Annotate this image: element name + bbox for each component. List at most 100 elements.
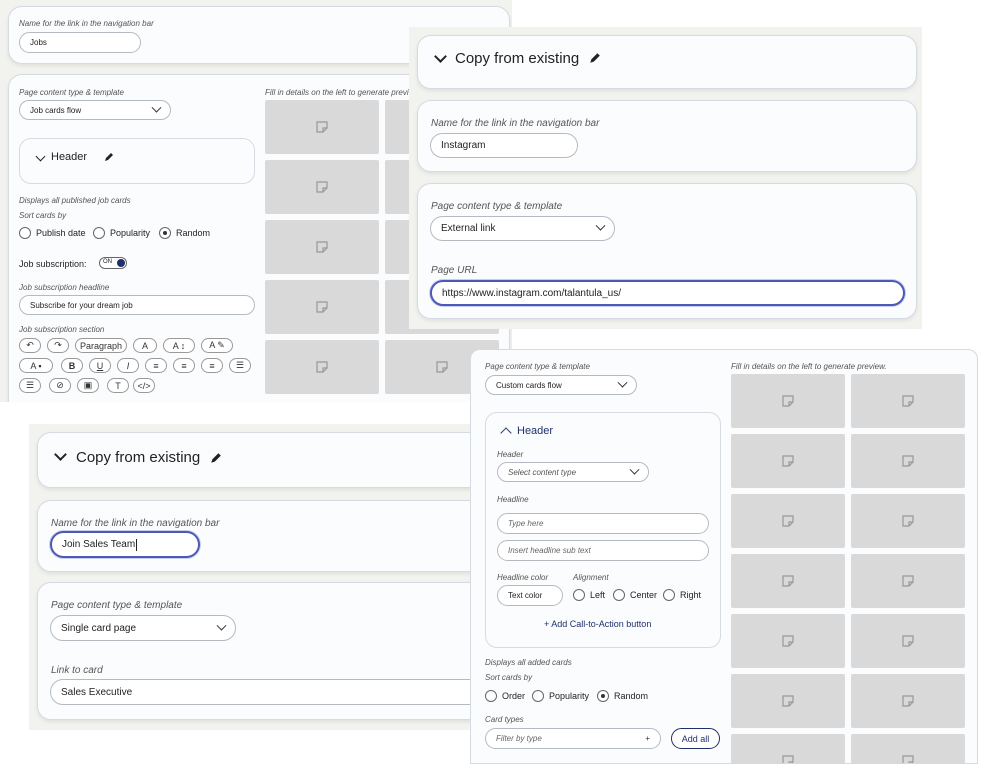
copy-title: Copy from existing	[76, 449, 201, 466]
image-placeholder-icon	[902, 515, 914, 527]
headline-input[interactable]: Type here	[497, 513, 709, 534]
chevron-down-icon	[151, 102, 162, 113]
copy-title: Copy from existing	[455, 50, 580, 67]
sort-random[interactable]: Random	[159, 227, 210, 239]
nav-name-input[interactable]: Join Sales Team	[50, 531, 200, 558]
link-icon[interactable]: ⊘	[49, 378, 71, 393]
preview-tile	[731, 674, 845, 728]
sort-order[interactable]: Order	[485, 690, 525, 702]
align-center-icon[interactable]: ≡	[173, 358, 195, 373]
headline-input[interactable]: Subscribe for your dream job	[19, 295, 255, 315]
headline-color-label: Headline color	[497, 573, 549, 582]
content-type-select[interactable]: Custom cards flow	[485, 375, 637, 395]
image-icon[interactable]: ▣	[77, 378, 99, 393]
list-icon[interactable]: ☰	[19, 378, 41, 393]
content-type-label: Page content type & template	[19, 88, 124, 97]
undo-button[interactable]: ↶	[19, 338, 41, 353]
displays-text: Displays all added cards	[485, 658, 572, 667]
preview-hint: Fill in details on the left to generate …	[731, 362, 887, 371]
preview-tile	[731, 434, 845, 488]
add-all-button[interactable]: Add all	[671, 728, 720, 749]
sort-label: Sort cards by	[19, 211, 67, 220]
font-size-button[interactable]: A ↕	[163, 338, 195, 353]
paragraph-select[interactable]: Paragraph	[75, 338, 127, 353]
highlight-button[interactable]: A ✎	[201, 338, 233, 353]
align-center[interactable]: Center	[613, 589, 657, 601]
nav-name-input[interactable]: Instagram	[430, 133, 578, 158]
header-content-select[interactable]: Select content type	[497, 462, 649, 482]
preview-tile	[731, 374, 845, 428]
underline-icon[interactable]: U	[89, 358, 111, 373]
header-title: Header	[51, 151, 88, 163]
url-input[interactable]: https://www.instagram.com/talantula_us/	[430, 280, 905, 306]
add-cta-button[interactable]: + Add Call-to-Action button	[544, 619, 651, 629]
sort-label: Sort cards by	[485, 673, 533, 682]
chevron-down-icon	[617, 377, 628, 388]
link-label: Link to card	[51, 665, 103, 676]
preview-tile	[851, 434, 965, 488]
align-left[interactable]: Left	[573, 589, 605, 601]
text-color-button[interactable]: Text color	[497, 585, 563, 606]
content-type-select[interactable]: Job cards flow	[19, 100, 171, 120]
image-placeholder-icon	[902, 575, 914, 587]
bold-icon[interactable]: B	[61, 358, 83, 373]
preview-tile	[851, 614, 965, 668]
chevron-down-icon	[595, 220, 606, 231]
image-placeholder-icon	[316, 301, 328, 313]
nav-name-card: Name for the link in the navigation bar …	[37, 500, 479, 572]
redo-button[interactable]: ↷	[47, 338, 69, 353]
chevron-up-icon[interactable]	[500, 427, 512, 439]
sort-random[interactable]: Random	[597, 690, 648, 702]
pencil-icon[interactable]	[210, 452, 222, 464]
link-to-card-select[interactable]: Sales Executive	[50, 679, 479, 705]
filter-type-input[interactable]: Filter by type +	[485, 728, 661, 749]
pencil-icon[interactable]	[104, 152, 114, 162]
image-placeholder-icon	[782, 755, 794, 763]
content-card: Page content type & template Single card…	[37, 582, 479, 720]
align-right[interactable]: Right	[663, 589, 701, 601]
image-placeholder-icon	[902, 455, 914, 467]
image-placeholder-icon	[902, 395, 914, 407]
chevron-down-icon	[216, 620, 227, 631]
image-placeholder-icon	[782, 395, 794, 407]
header-section[interactable]: Header	[19, 138, 255, 184]
nav-name-label: Name for the link in the navigation bar	[51, 518, 220, 529]
headline-subtext-input[interactable]: Insert headline sub text	[497, 540, 709, 561]
chevron-down-icon[interactable]	[35, 151, 46, 162]
subscription-toggle[interactable]: ON	[99, 257, 127, 269]
ordered-list-icon[interactable]: ☰	[229, 358, 251, 373]
chevron-down-icon	[629, 464, 640, 475]
panel-single-card: Copy from existing Name for the link in …	[29, 424, 479, 730]
content-type-select[interactable]: Single card page	[50, 615, 236, 641]
displays-text: Displays all published job cards	[19, 196, 131, 205]
sort-popularity[interactable]: Popularity	[532, 690, 589, 702]
chevron-down-icon[interactable]	[54, 448, 67, 461]
sort-popularity[interactable]: Popularity	[93, 227, 150, 239]
content-type-label: Page content type & template	[51, 600, 183, 611]
nav-name-card: Name for the link in the navigation bar …	[417, 100, 917, 172]
align-right-icon[interactable]: ≡	[201, 358, 223, 373]
copy-from-existing-card[interactable]: Copy from existing	[417, 35, 917, 89]
nav-name-input[interactable]: Jobs	[19, 32, 141, 53]
image-placeholder-icon	[782, 575, 794, 587]
preview-tile	[851, 674, 965, 728]
image-placeholder-icon	[436, 361, 448, 373]
headline-label: Job subscription headline	[19, 283, 110, 292]
text-color-button[interactable]: A ▪	[19, 358, 53, 373]
panel-external-link: Copy from existing Name for the link in …	[409, 27, 922, 329]
font-button[interactable]: A	[133, 338, 157, 353]
sort-publish-date[interactable]: Publish date	[19, 227, 86, 239]
clear-format-icon[interactable]: T	[107, 378, 129, 393]
align-left-icon[interactable]: ≡	[145, 358, 167, 373]
pencil-icon[interactable]	[589, 52, 601, 64]
chevron-down-icon[interactable]	[434, 50, 447, 63]
plus-icon[interactable]: +	[645, 734, 650, 743]
code-icon[interactable]: </>	[133, 378, 155, 393]
italic-icon[interactable]: I	[117, 358, 139, 373]
image-placeholder-icon	[782, 455, 794, 467]
preview-tile	[265, 280, 379, 334]
preview-tile	[851, 374, 965, 428]
image-placeholder-icon	[902, 695, 914, 707]
copy-from-existing-card[interactable]: Copy from existing	[37, 432, 479, 488]
content-type-select[interactable]: External link	[430, 216, 615, 241]
